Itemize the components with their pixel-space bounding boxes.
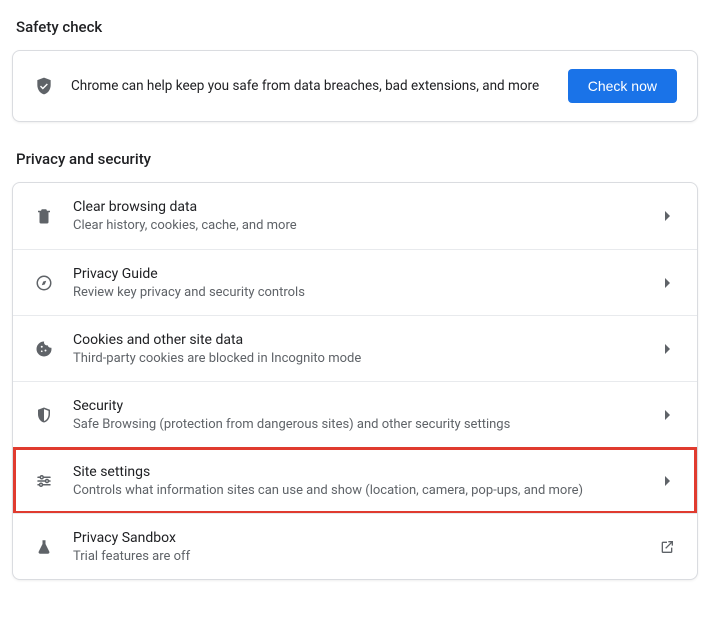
check-now-button[interactable]: Check now — [568, 69, 677, 103]
compass-icon — [33, 274, 55, 292]
privacy-heading: Privacy and security — [16, 150, 698, 168]
row-privacy-guide[interactable]: Privacy Guide Review key privacy and sec… — [13, 249, 697, 315]
row-subtitle: Controls what information sites can use … — [73, 483, 639, 498]
safety-check-message: Chrome can help keep you safe from data … — [71, 78, 552, 94]
safety-check-card: Chrome can help keep you safe from data … — [12, 50, 698, 122]
row-subtitle: Trial features are off — [73, 549, 639, 564]
row-clear-browsing-data[interactable]: Clear browsing data Clear history, cooki… — [13, 183, 697, 249]
row-title: Privacy Sandbox — [73, 530, 639, 546]
chevron-right-icon — [657, 278, 677, 288]
row-subtitle: Third-party cookies are blocked in Incog… — [73, 351, 639, 366]
trash-icon — [33, 207, 55, 225]
row-cookies[interactable]: Cookies and other site data Third-party … — [13, 315, 697, 381]
row-subtitle: Review key privacy and security controls — [73, 285, 639, 300]
chevron-right-icon — [657, 211, 677, 221]
shield-check-icon — [33, 76, 55, 96]
row-title: Clear browsing data — [73, 199, 639, 215]
security-shield-icon — [33, 406, 55, 424]
row-privacy-sandbox[interactable]: Privacy Sandbox Trial features are off — [13, 513, 697, 579]
row-security[interactable]: Security Safe Browsing (protection from … — [13, 381, 697, 447]
privacy-list: Clear browsing data Clear history, cooki… — [12, 182, 698, 580]
row-subtitle: Clear history, cookies, cache, and more — [73, 218, 639, 233]
flask-icon — [33, 538, 55, 556]
chevron-right-icon — [657, 476, 677, 486]
sliders-icon — [33, 472, 55, 490]
row-title: Privacy Guide — [73, 266, 639, 282]
external-link-icon — [657, 539, 677, 555]
row-title: Cookies and other site data — [73, 332, 639, 348]
row-subtitle: Safe Browsing (protection from dangerous… — [73, 417, 639, 432]
row-title: Security — [73, 398, 639, 414]
chevron-right-icon — [657, 344, 677, 354]
cookie-icon — [33, 340, 55, 358]
row-title: Site settings — [73, 464, 639, 480]
safety-check-row: Chrome can help keep you safe from data … — [13, 51, 697, 121]
chevron-right-icon — [657, 410, 677, 420]
safety-check-heading: Safety check — [16, 18, 698, 36]
row-site-settings[interactable]: Site settings Controls what information … — [13, 447, 697, 513]
